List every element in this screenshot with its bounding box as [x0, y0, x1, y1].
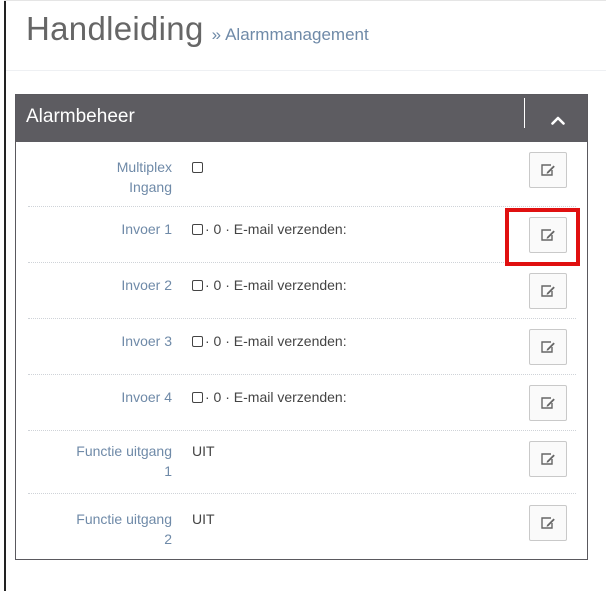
- breadcrumb[interactable]: Alarmmanagement: [225, 25, 369, 45]
- row-divider: [28, 430, 576, 431]
- window-top-border: [4, 0, 606, 1]
- panel-header: Alarmbeheer: [16, 95, 587, 142]
- checkbox[interactable]: [192, 224, 203, 235]
- edit-icon: [541, 285, 555, 297]
- row-label: Invoer 1: [121, 221, 172, 237]
- row-divider: [28, 374, 576, 375]
- row-label: Multiplex Ingang: [116, 159, 172, 195]
- edit-button[interactable]: [529, 441, 567, 477]
- row-divider: [28, 206, 576, 207]
- checkbox[interactable]: [192, 280, 203, 291]
- edit-button[interactable]: [529, 329, 567, 365]
- page-header: Handleiding » Alarmmanagement: [26, 10, 369, 60]
- row-label: Invoer 3: [121, 333, 172, 349]
- edit-icon: [541, 164, 555, 176]
- row-divider: [28, 318, 576, 319]
- row-value: · 0 · E-mail verzenden:: [192, 275, 347, 295]
- row-label: Invoer 4: [121, 389, 172, 405]
- header-divider: [6, 70, 606, 71]
- checkbox[interactable]: [192, 392, 203, 403]
- row-divider: [28, 493, 576, 494]
- row-divider: [28, 262, 576, 263]
- edit-button[interactable]: [529, 505, 567, 541]
- checkbox[interactable]: [192, 162, 203, 173]
- row-value: UIT: [192, 443, 215, 459]
- edit-icon: [541, 397, 555, 409]
- window-left-border: [4, 0, 6, 591]
- edit-icon: [541, 341, 555, 353]
- row-value: · 0 · E-mail verzenden:: [192, 219, 347, 239]
- row-value: UIT: [192, 511, 215, 527]
- edit-icon: [541, 453, 555, 465]
- checkbox[interactable]: [192, 336, 203, 347]
- breadcrumb-separator: »: [211, 25, 222, 44]
- row-label: Invoer 2: [121, 277, 172, 293]
- row-value: · 0 · E-mail verzenden:: [192, 331, 347, 351]
- edit-button[interactable]: [529, 152, 567, 188]
- row-value: [192, 157, 205, 177]
- alarm-panel: Alarmbeheer Multiplex Ingang Invoer 1 · …: [15, 94, 588, 560]
- panel-title: Alarmbeheer: [26, 106, 135, 127]
- panel-header-divider: [524, 98, 525, 128]
- row-value: · 0 · E-mail verzenden:: [192, 387, 347, 407]
- page-title: Handleiding: [26, 10, 204, 47]
- edit-button[interactable]: [529, 385, 567, 421]
- collapse-button[interactable]: [540, 103, 576, 137]
- highlight-box: [505, 208, 580, 266]
- row-label: Functie uitgang 1: [76, 443, 172, 479]
- chevron-up-icon: [551, 116, 565, 125]
- edit-button[interactable]: [529, 273, 567, 309]
- edit-icon: [541, 517, 555, 529]
- row-label: Functie uitgang 2: [76, 511, 172, 547]
